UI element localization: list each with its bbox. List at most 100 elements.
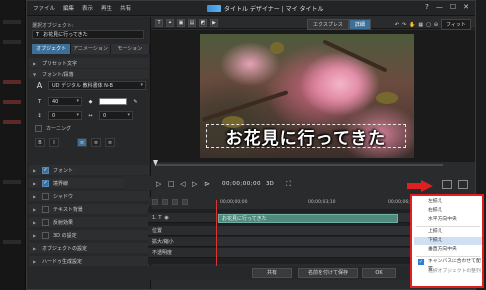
section-hardware-settings[interactable]: ▶ ハードゥ生成設定 [29,256,149,266]
tab-animation[interactable]: アニメーション [71,44,111,54]
menu-file[interactable]: ファイル [33,4,55,12]
editor-toolbar: T ✦ ▣ ▤ ◩ ▶ エクスプレス 詳細 ↶ ↷ ✋ ▦ ▢ ⊖ フィット [151,17,475,30]
section-preset-text[interactable]: ▶ プリセット文字 [29,58,149,68]
save-as-button[interactable]: 名前を付けて保存 [298,268,358,278]
mask-tool-icon[interactable]: ◩ [199,19,207,27]
section-shadow[interactable]: ▶ シャドウ [29,191,149,201]
border-checkbox[interactable]: ✓ [42,179,49,187]
add-keyframe-icon[interactable] [152,198,158,205]
shadow-checkbox[interactable] [42,192,49,200]
3d-mode-dropdown[interactable]: 3D [266,181,274,187]
section-reflection[interactable]: ▶ 反射効果 [29,217,149,227]
remove-keyframe-icon[interactable] [162,198,168,205]
align-objects-icon[interactable] [442,180,452,189]
track-label: 位置 [152,228,163,234]
menu-item-align-left[interactable]: 左揃え [414,198,482,206]
section-3d-settings[interactable]: ▶ 3D の設定 [29,230,149,240]
zoom-out-icon[interactable]: ⊖ [434,22,438,28]
fullscreen-icon[interactable]: ⛶ [286,180,291,189]
font-name-dropdown[interactable]: UD デジタル 教科書体 N-B [48,81,146,90]
video-tool-icon[interactable]: ▶ [210,19,218,27]
menu-item-align-right[interactable]: 右揃え [414,207,482,215]
close-icon[interactable]: ✕ [463,3,469,11]
track-header-position[interactable]: 位置 [148,226,216,236]
chevron-right-icon: ▶ [33,206,37,212]
track-header-opacity[interactable]: 不透明度 [148,248,216,258]
help-icon[interactable]: ? [425,3,429,11]
tab-advanced[interactable]: 詳細 [348,19,371,30]
track-header-title[interactable]: 1. T ◉ [148,213,216,223]
position-slider-track[interactable] [155,164,443,166]
background-tool-icon[interactable]: ▤ [188,19,196,27]
reflection-checkbox[interactable] [42,218,49,226]
line-spacing-dropdown[interactable]: 0 [48,111,82,120]
alignment-menu: 左揃え 右揃え 水平方向中央 上揃え 下揃え 垂直方向中央 ✓ キャンバスに合わ… [410,194,484,288]
menu-item-align-v-center[interactable]: 垂直方向中央 [414,246,482,254]
particle-tool-icon[interactable]: ✦ [166,19,174,27]
menu-view[interactable]: 表示 [82,4,93,12]
section-font-paragraph[interactable]: ▼ フォント/段落 [29,69,149,79]
menu-item-align-selected[interactable]: 選択オブジェクトの整列 [414,268,482,276]
mode-switch: エクスプレス 詳細 [307,19,371,30]
next-frame-icon[interactable]: ▷ [192,180,197,188]
menu-item-align-bottom[interactable]: 下揃え [414,237,482,245]
title-clip[interactable]: お花見に行ってきた [218,214,398,223]
redo-icon[interactable]: ↷ [402,22,406,28]
italic-button[interactable]: I [49,138,59,147]
prev-keyframe-icon[interactable] [172,198,178,205]
share-button[interactable]: 共有 [252,268,292,278]
text-background-checkbox[interactable] [42,205,49,213]
align-right-icon[interactable]: ≡ [105,138,115,147]
titlebar: ファイル 編集 表示 再生 共有 タイトル デザイナー | マイ タイトル ? … [27,1,475,16]
undo-icon[interactable]: ↶ [395,22,399,28]
section-text-background[interactable]: ▶ テキスト背景 [29,204,149,214]
track-header-scale[interactable]: 拡大/縮小 [148,237,216,247]
tab-motion[interactable]: モーション [110,44,150,54]
selected-object-label: 選択オブジェクト: [32,23,74,29]
menu-share[interactable]: 共有 [120,4,131,12]
section-label: フォント [53,167,74,174]
stop-icon[interactable]: □ [168,180,175,188]
eyedropper-icon[interactable]: ✎ [131,97,140,106]
font-checkbox[interactable]: ✓ [42,166,49,174]
prev-frame-icon[interactable]: ◁ [180,180,185,188]
font-size-dropdown[interactable]: 40 [48,97,82,106]
kerning-label: カーニング [46,126,72,132]
font-color-swatch[interactable] [99,98,127,105]
fast-forward-icon[interactable]: ⊳ [204,180,210,188]
zoom-dropdown[interactable]: フィット [441,19,471,30]
image-tool-icon[interactable]: ▣ [177,19,185,27]
menu-play[interactable]: 再生 [101,4,112,12]
char-spacing-dropdown[interactable]: 0 [99,111,133,120]
chevron-right-icon: ▶ [33,219,37,225]
menu-item-align-h-center[interactable]: 水平方向中央 [414,216,482,224]
ok-button[interactable]: OK [362,268,396,278]
bold-button[interactable]: B [35,138,45,147]
play-icon[interactable]: ▷ [156,180,161,188]
kerning-checkbox[interactable] [35,125,42,132]
grid-icon[interactable]: ▦ [418,22,423,28]
title-object-text[interactable]: お花見に行ってきた [208,124,404,149]
pan-hand-icon[interactable]: ✋ [409,22,415,28]
text-tool-icon[interactable]: T [155,19,163,27]
section-object-settings[interactable]: ▶ オブジェクトの設定 [29,243,149,253]
next-keyframe-icon[interactable] [182,198,188,205]
visibility-eye-icon[interactable]: ◉ [164,215,168,221]
align-center-icon[interactable]: ≡ [91,138,101,147]
safe-zone-icon[interactable]: ▢ [426,22,431,28]
align-left-icon[interactable]: ≡ [77,138,87,147]
3d-checkbox[interactable] [42,231,49,239]
menu-item-align-top[interactable]: 上揃え [414,228,482,236]
minimize-icon[interactable]: — [436,3,443,11]
menu-edit[interactable]: 編集 [63,4,74,12]
selected-object-field[interactable]: T お花見に行ってきた [32,30,144,39]
section-font[interactable]: ▶ ✓ フォント [29,165,149,175]
text-object-icon: T [36,31,40,38]
tab-object[interactable]: オブジェクト [32,44,72,54]
timeline-playhead[interactable] [216,200,217,266]
toolbar-icons: T ✦ ▣ ▤ ◩ ▶ [155,19,218,27]
menu-item-fit-to-canvas[interactable]: ✓ キャンバスに合わせて配置 [414,258,482,272]
tab-express[interactable]: エクスプレス [307,19,349,30]
maximize-icon[interactable]: ☐ [450,3,456,11]
screen-toggle-icon[interactable] [458,180,468,189]
